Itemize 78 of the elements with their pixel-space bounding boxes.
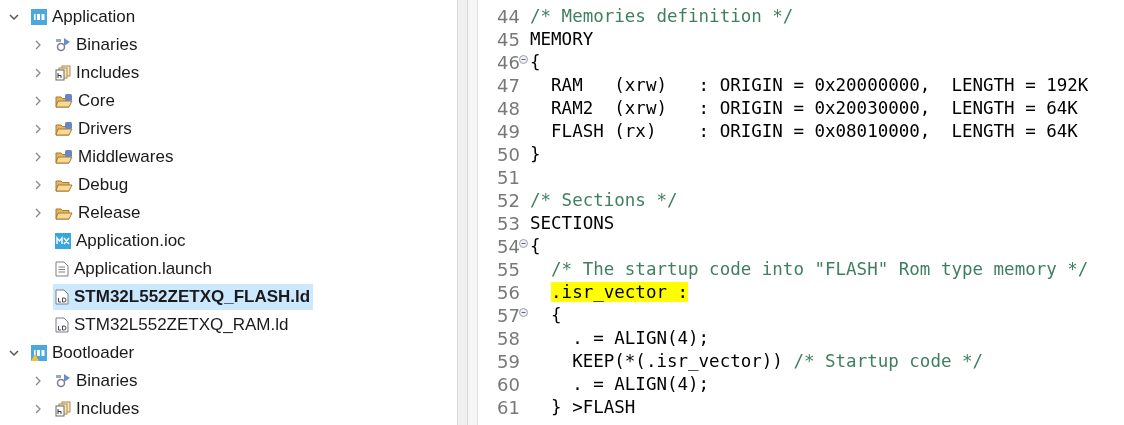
folder-icon — [55, 121, 73, 137]
tree-item[interactable]: Application — [29, 4, 139, 30]
tree-item[interactable]: Bootloader — [29, 340, 138, 366]
code-line: RAM (xrw) : ORIGIN = 0x20000000, LENGTH = 192K — [550, 74, 1089, 97]
code-line: /* The startup code into "FLASH" Rom type memory */ — [550, 258, 1089, 281]
code-line: /* Sections */ — [529, 189, 678, 212]
chevron-icon[interactable] — [9, 12, 19, 22]
chevron-icon[interactable] — [33, 68, 43, 78]
tree-item[interactable]: Core — [53, 88, 118, 114]
tree-item[interactable]: Drivers — [53, 116, 135, 142]
line-number: 48 — [497, 97, 520, 120]
line-number: 55 — [497, 258, 520, 281]
code-line: SECTIONS — [529, 212, 615, 235]
code-line: RAM2 (xrw) : ORIGIN = 0x20030000, LENGTH = 64K — [550, 97, 1078, 120]
line-number: 46 — [497, 51, 520, 74]
line-number: 60 — [497, 373, 520, 396]
project-icon — [31, 345, 47, 361]
cube-mx-icon — [55, 233, 71, 249]
tree-item[interactable]: Binaries — [53, 32, 141, 58]
code-line: { — [529, 235, 541, 258]
chevron-icon[interactable] — [33, 152, 43, 162]
line-number: 61 — [497, 396, 520, 419]
line-number: 59 — [497, 350, 520, 373]
code-line: /* Memories definition */ — [529, 5, 794, 28]
tree-item[interactable]: Release — [53, 200, 144, 226]
tree-item[interactable]: Includes — [53, 396, 143, 422]
binaries-icon — [55, 37, 71, 53]
folder-icon — [55, 205, 73, 221]
line-number: 44 — [497, 5, 520, 28]
includes-icon — [55, 401, 71, 417]
code-line: } >FLASH — [550, 396, 636, 419]
folder-icon — [55, 93, 73, 109]
chevron-icon[interactable] — [33, 124, 43, 134]
code-line: KEEP(*(.isr_vector)) /* Startup code */ — [571, 350, 984, 373]
chevron-icon[interactable] — [33, 40, 43, 50]
chevron-icon[interactable] — [33, 376, 43, 386]
fold-icon[interactable] — [519, 308, 528, 317]
file-icon — [55, 261, 69, 277]
tree-item[interactable]: Debug — [53, 172, 132, 198]
chevron-icon[interactable] — [33, 96, 43, 106]
line-number: 51 — [497, 166, 520, 189]
includes-icon — [55, 65, 71, 81]
tree-item[interactable]: Application.ioc — [53, 228, 189, 254]
fold-icon[interactable] — [519, 55, 528, 64]
code-line: { — [529, 51, 541, 74]
line-number: 45 — [497, 28, 520, 51]
tree-item[interactable]: Binaries — [53, 368, 141, 394]
line-number: 56 — [497, 281, 520, 304]
code-line: . = ALIGN(4); — [571, 327, 710, 350]
code-line: . = ALIGN(4); — [571, 373, 710, 396]
tree-item[interactable]: Includes — [53, 60, 143, 86]
file-icon — [55, 289, 69, 305]
folder-icon — [55, 177, 73, 193]
file-icon — [55, 317, 69, 333]
code-line: { — [550, 304, 562, 327]
code-line: FLASH (rx) : ORIGIN = 0x08010000, LENGTH = 64K — [550, 120, 1078, 143]
line-number: 58 — [497, 327, 520, 350]
tree-item[interactable]: Application.launch — [53, 256, 215, 282]
chevron-icon[interactable] — [33, 404, 43, 414]
binaries-icon — [55, 373, 71, 389]
folder-icon — [55, 149, 73, 165]
line-number: 53 — [497, 212, 520, 235]
tree-item[interactable]: Middlewares — [53, 144, 177, 170]
chevron-icon[interactable] — [33, 180, 43, 190]
tree-item[interactable]: STM32L552ZETXQ_FLASH.ld — [53, 284, 314, 310]
line-number: 57 — [497, 304, 520, 327]
chevron-icon[interactable] — [9, 348, 19, 358]
tree-item[interactable]: STM32L552ZETXQ_RAM.ld — [53, 312, 292, 338]
line-number: 47 — [497, 74, 520, 97]
project-icon — [31, 9, 47, 25]
line-number: 50 — [497, 143, 520, 166]
fold-icon[interactable] — [519, 239, 528, 248]
line-number: 52 — [497, 189, 520, 212]
line-number: 54 — [497, 235, 520, 258]
chevron-icon[interactable] — [33, 208, 43, 218]
line-number: 49 — [497, 120, 520, 143]
code-line: MEMORY — [529, 28, 594, 51]
code-line: } — [529, 143, 541, 166]
